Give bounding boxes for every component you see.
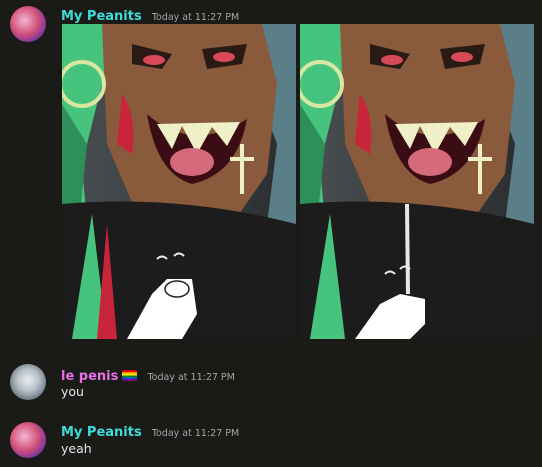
message-text: yeah bbox=[61, 441, 92, 456]
artwork-image bbox=[300, 24, 534, 339]
image-attachment-1[interactable] bbox=[62, 24, 296, 339]
message-header: My Peanits Today at 11:27 PM bbox=[61, 5, 239, 24]
image-attachment-2[interactable] bbox=[300, 24, 534, 339]
avatar[interactable] bbox=[10, 422, 46, 458]
avatar[interactable] bbox=[10, 6, 46, 42]
avatar[interactable] bbox=[10, 364, 46, 400]
image-attachments bbox=[62, 24, 534, 339]
timestamp[interactable]: Today at 11:27 PM bbox=[152, 12, 239, 23]
artwork-image bbox=[62, 24, 296, 339]
username[interactable]: My Peanits bbox=[61, 9, 142, 24]
message-header: le penis Today at 11:27 PM bbox=[61, 365, 235, 384]
message-text: you bbox=[61, 384, 84, 399]
pride-flag-icon bbox=[122, 370, 138, 381]
timestamp[interactable]: Today at 11:27 PM bbox=[147, 372, 234, 383]
username[interactable]: le penis bbox=[61, 369, 118, 384]
timestamp[interactable]: Today at 11:27 PM bbox=[152, 428, 239, 439]
username[interactable]: My Peanits bbox=[61, 425, 142, 440]
message-header: My Peanits Today at 11:27 PM bbox=[61, 421, 239, 440]
